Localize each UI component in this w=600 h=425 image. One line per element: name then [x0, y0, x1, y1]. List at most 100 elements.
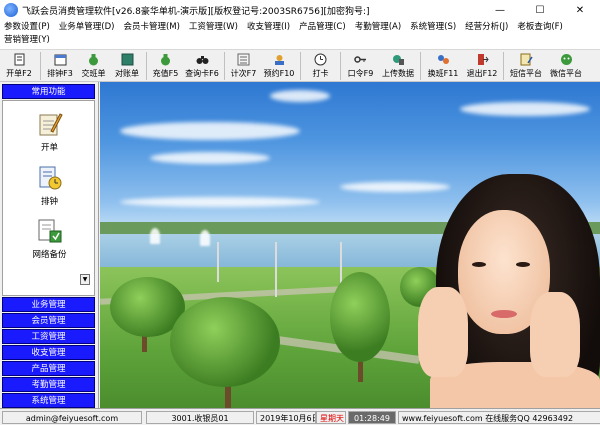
toolbar-upload-button[interactable]: 上传数据 — [378, 50, 418, 82]
toolbar-label: 对账单 — [115, 69, 139, 78]
menu-params[interactable]: 参数设置(P) — [4, 21, 50, 34]
toolbar-wechat-button[interactable]: 微信平台 — [546, 50, 586, 82]
toolbar-clock-in-button[interactable]: 打卡 — [303, 50, 338, 82]
status-support: 在线服务QQ 42963492 — [485, 414, 574, 423]
menu-orders[interactable]: 业务单管理(D) — [59, 21, 115, 34]
sms-icon — [520, 53, 533, 66]
menu-income-expense[interactable]: 收支管理(I) — [247, 21, 290, 34]
tree — [330, 272, 390, 362]
feature-label: 网络备份 — [32, 250, 67, 260]
lamp-post — [217, 242, 219, 282]
category-wages[interactable]: 工资管理 — [2, 329, 95, 344]
toolbar-label: 微信平台 — [550, 69, 582, 78]
menu-marketing[interactable]: 营销管理(Y) — [4, 34, 50, 47]
menu-analysis[interactable]: 经营分析(J) — [465, 21, 508, 34]
status-user: 3001.收银员01 — [146, 411, 254, 424]
lamp-post — [275, 242, 277, 297]
shift-icon — [437, 53, 450, 66]
money-bag-icon — [87, 53, 100, 66]
common-functions-header: 常用功能 — [2, 84, 95, 99]
toolbar-separator — [146, 52, 147, 80]
app-logo-icon — [4, 3, 18, 17]
category-business[interactable]: 业务管理 — [2, 297, 95, 312]
model-eye — [516, 262, 530, 267]
toolbar-label: 计次F7 — [230, 69, 257, 78]
schedule-icon — [54, 53, 67, 66]
ledger-icon — [121, 53, 134, 66]
title-bar: 飞跃会员消费管理软件[v26.8豪华单机-演示版][版权登记号:2003SR67… — [0, 0, 600, 20]
category-attendance[interactable]: 考勤管理 — [2, 377, 95, 392]
toolbar-label: 换班F11 — [427, 69, 459, 78]
minimize-button[interactable]: — — [480, 0, 520, 20]
side-panel: 常用功能 开单 排钟 网络备份 ▼ 业务管理 会员管理 工资管理 收支管理 产品… — [0, 82, 99, 408]
toolbar-label: 充值F5 — [152, 69, 179, 78]
toolbar-query-card-button[interactable]: 查询卡F6 — [182, 50, 222, 82]
background-picture — [100, 82, 600, 408]
pencil-paper-icon — [39, 113, 63, 136]
cloud — [460, 102, 590, 116]
toolbar-handover-button[interactable]: 交班单 — [77, 50, 110, 82]
upload-icon — [392, 53, 405, 66]
cloud — [340, 182, 450, 192]
toolbar-schedule-button[interactable]: 排钟F3 — [43, 50, 77, 82]
menu-system[interactable]: 系统管理(S) — [410, 21, 456, 34]
wechat-icon — [560, 53, 573, 66]
toolbar-password-button[interactable]: 口令F9 — [343, 50, 378, 82]
feature-schedule[interactable]: 排钟 — [3, 165, 96, 207]
feature-label: 排钟 — [40, 197, 58, 207]
status-contact: www.feiyuesoft.com 在线服务QQ 42963492 — [398, 411, 600, 424]
toolbar-label: 上传数据 — [382, 69, 414, 78]
fountain — [150, 228, 160, 244]
category-income-expense[interactable]: 收支管理 — [2, 345, 95, 360]
status-weekday: 星期天 — [316, 411, 346, 424]
common-functions-list: 开单 排钟 网络备份 — [2, 100, 95, 296]
cloud — [150, 152, 270, 164]
toolbar-separator — [300, 52, 301, 80]
key-icon — [354, 53, 367, 66]
toolbar-count-button[interactable]: 计次F7 — [227, 50, 260, 82]
binoculars-icon — [196, 53, 209, 66]
toolbar-statement-button[interactable]: 对账单 — [110, 50, 144, 82]
network-backup-icon — [38, 219, 61, 243]
toolbar-recharge-button[interactable]: 充值F5 — [149, 50, 182, 82]
toolbar: 开单F2 排钟F3 交班单 对账单 充值F5 查询卡F6 计次F7 预约F10 … — [0, 49, 600, 82]
toolbar-label: 查询卡F6 — [185, 69, 219, 78]
bill-icon — [13, 53, 26, 66]
toolbar-appointment-button[interactable]: 预约F10 — [260, 50, 298, 82]
cloud — [270, 90, 330, 102]
toolbar-label: 交班单 — [81, 69, 106, 78]
status-time: 01:28:49 — [348, 411, 396, 424]
toolbar-label: 打卡 — [312, 69, 329, 78]
model-left-hand — [418, 287, 468, 377]
cloud — [120, 122, 300, 140]
toolbar-sms-button[interactable]: 短信平台 — [506, 50, 546, 82]
menu-wages[interactable]: 工资管理(W) — [189, 21, 238, 34]
close-button[interactable]: ✕ — [560, 0, 600, 20]
tree — [170, 297, 280, 387]
category-members[interactable]: 会员管理 — [2, 313, 95, 328]
toolbar-shift-button[interactable]: 换班F11 — [423, 50, 463, 82]
appointment-icon — [273, 53, 286, 66]
model-right-hand — [530, 292, 580, 377]
menu-bar: 参数设置(P) 业务单管理(D) 会员卡管理(M) 工资管理(W) 收支管理(I… — [0, 20, 600, 49]
category-system[interactable]: 系统管理 — [2, 393, 95, 408]
toolbar-separator — [40, 52, 41, 80]
status-website: www.feiyuesoft.com — [402, 414, 483, 423]
feature-open-bill[interactable]: 开单 — [3, 111, 96, 153]
status-email: admin@feiyuesoft.com — [2, 411, 142, 424]
menu-products[interactable]: 产品管理(C) — [299, 21, 346, 34]
status-date: 2019年10月6日 — [256, 411, 316, 424]
scroll-down-button[interactable]: ▼ — [80, 274, 90, 285]
toolbar-open-bill-button[interactable]: 开单F2 — [0, 50, 38, 82]
feature-network-backup[interactable]: 网络备份 — [3, 218, 96, 260]
counter-icon — [237, 53, 250, 66]
clock-icon — [314, 53, 327, 66]
menu-member-card[interactable]: 会员卡管理(M) — [123, 21, 179, 34]
toolbar-exit-button[interactable]: 退出F12 — [463, 50, 501, 82]
menu-attendance[interactable]: 考勤管理(A) — [355, 21, 401, 34]
toolbar-separator — [503, 52, 504, 80]
toolbar-label: 退出F12 — [466, 69, 498, 78]
menu-boss-query[interactable]: 老板查询(F) — [517, 21, 563, 34]
maximize-button[interactable]: ☐ — [520, 0, 560, 20]
category-products[interactable]: 产品管理 — [2, 361, 95, 376]
